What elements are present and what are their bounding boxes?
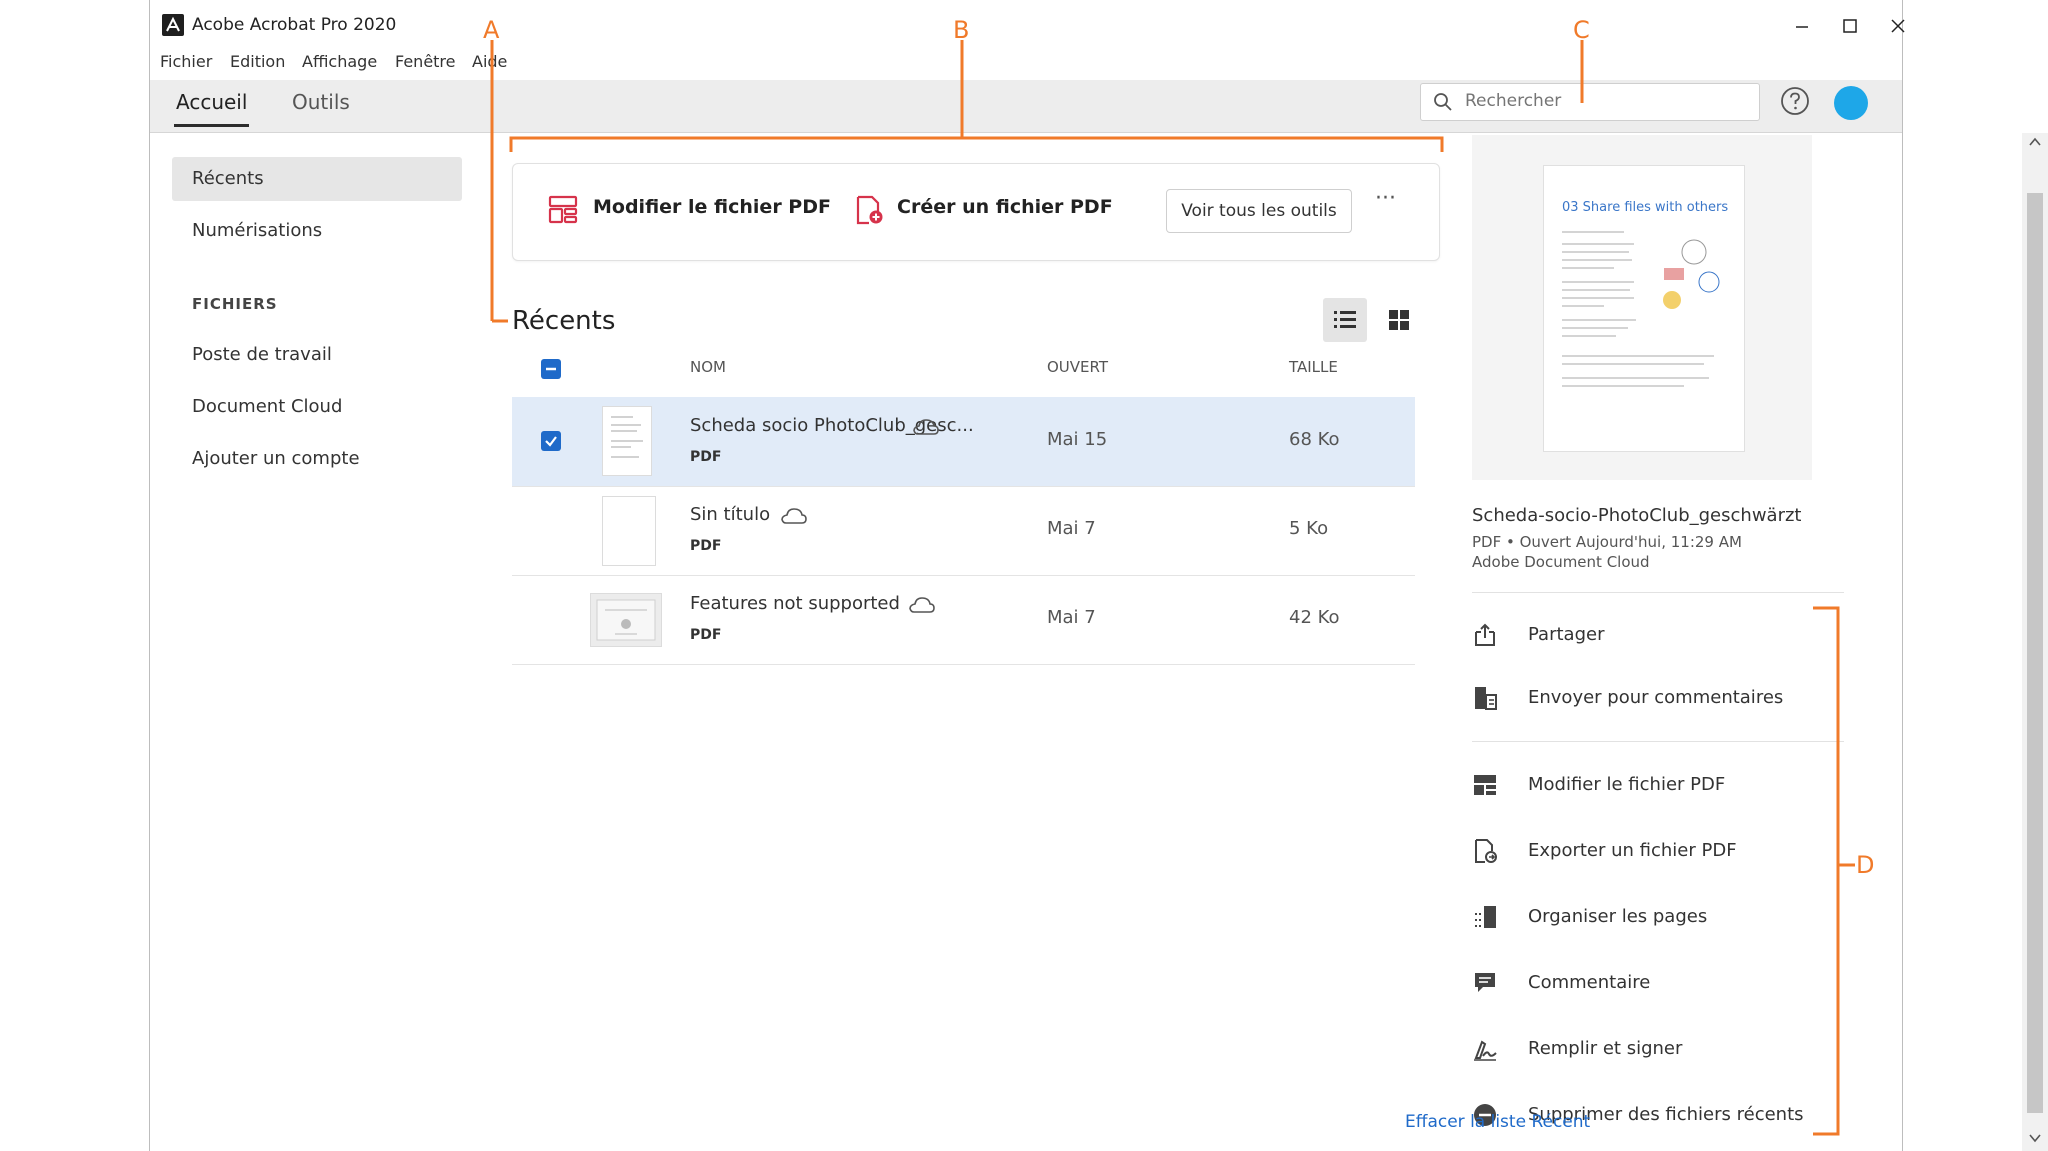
annotation-label-a: A <box>483 16 500 44</box>
annotation-b-bracket <box>509 136 1444 152</box>
annotation-label-d: D <box>1856 851 1875 879</box>
annotation-d-bracket <box>1813 606 1840 1136</box>
annotation-label-c: C <box>1573 16 1590 44</box>
annotation-overlay <box>490 40 1855 1136</box>
annotation-label-b: B <box>953 16 970 44</box>
